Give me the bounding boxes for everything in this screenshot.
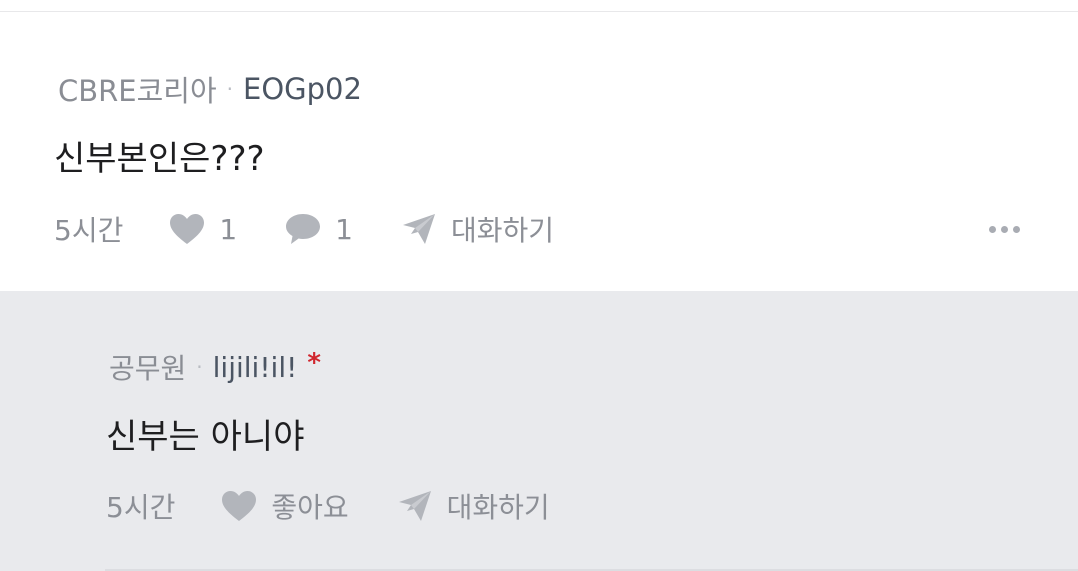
author-nickname: lijili!il!	[212, 350, 298, 384]
author-company: CBRE코리아	[58, 74, 217, 108]
reply-text: 신부는 아니야	[106, 417, 305, 457]
like-count: 1	[219, 212, 238, 246]
reply-item: 공무원 · lijili!il! * 신부는 아니야 5시간 좋아요 대화하기	[0, 291, 1078, 571]
author-separator: ·	[226, 77, 234, 101]
comment-time: 5시간	[54, 214, 124, 247]
comment-author[interactable]: CBRE코리아 · EOGp02	[58, 68, 362, 110]
heart-icon	[169, 213, 205, 245]
more-options-button[interactable]	[989, 226, 1020, 233]
more-dot	[1001, 226, 1008, 233]
comment-text: 신부본인은???	[54, 139, 265, 179]
speech-bubble-icon	[285, 212, 321, 246]
chat-label: 대화하기	[446, 491, 550, 524]
heart-icon	[221, 490, 257, 522]
send-icon	[401, 212, 437, 246]
chat-button[interactable]: 대화하기	[401, 209, 554, 249]
like-button[interactable]: 1	[169, 213, 237, 246]
reply-actions: 5시간 좋아요 대화하기	[106, 486, 550, 526]
reply-button[interactable]: 1	[285, 212, 353, 246]
like-label: 좋아요	[271, 491, 349, 524]
author-badge: *	[307, 348, 321, 378]
author-separator: ·	[196, 355, 203, 379]
more-horizontal-icon	[989, 226, 996, 233]
like-button[interactable]: 좋아요	[221, 486, 349, 526]
comment-item: CBRE코리아 · EOGp02 신부본인은??? 5시간 1 1 대화하기	[0, 12, 1078, 291]
author-company: 공무원	[109, 352, 187, 385]
reply-time: 5시간	[106, 491, 176, 524]
comment-actions: 5시간 1 1 대화하기	[54, 209, 554, 249]
chat-label: 대화하기	[451, 214, 555, 247]
reply-count: 1	[335, 212, 353, 246]
author-nickname: EOGp02	[243, 72, 362, 106]
reply-author[interactable]: 공무원 · lijili!il! *	[109, 347, 321, 387]
chat-button[interactable]: 대화하기	[397, 486, 550, 526]
send-icon	[397, 489, 433, 523]
more-dot	[1013, 226, 1020, 233]
